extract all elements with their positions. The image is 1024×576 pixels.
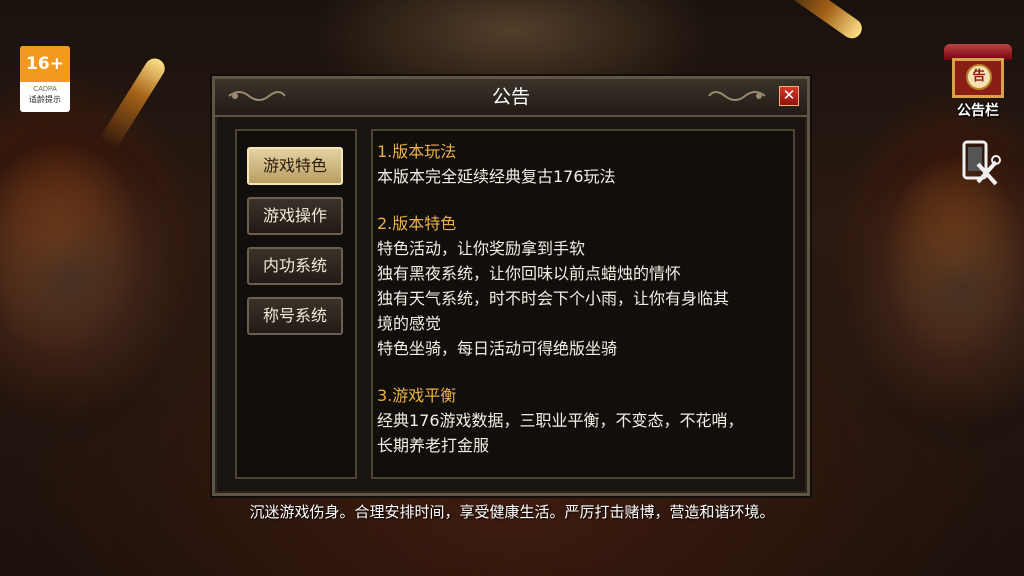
notice-seal-icon: 告	[966, 64, 992, 90]
section-gameplay: 1.版本玩法 本版本完全延续经典复古176玩法	[377, 139, 793, 189]
section-balance: 3.游戏平衡 经典176游戏数据，三职业平衡，不变态，不花哨， 长期养老打金服	[377, 383, 793, 458]
section-line: 本版本完全延续经典复古176玩法	[377, 167, 616, 186]
age-rating-badge: 16+ CADPA 适龄提示	[20, 46, 70, 112]
tab-game-features[interactable]: 游戏特色	[247, 147, 343, 185]
section-line: 特色活动，让你奖励拿到手软	[377, 239, 586, 258]
tab-titles[interactable]: 称号系统	[247, 297, 343, 335]
tab-game-controls[interactable]: 游戏操作	[247, 197, 343, 235]
meteor-left	[98, 54, 169, 151]
meteor-right	[772, 0, 866, 43]
section-line: 特色坐骑，每日活动可得绝版坐骑	[377, 339, 618, 358]
age-rating-value: 16+	[20, 46, 70, 82]
notice-board-label: 公告栏	[957, 103, 999, 119]
dialog-titlebar: 公告 ✕	[215, 79, 807, 117]
announcement-dialog: 公告 ✕ 游戏特色 游戏操作 内功系统 称号系统 1.版本玩法 本版本完全延续经…	[212, 76, 810, 496]
section-line: 境的感觉	[377, 314, 442, 333]
section-line: 独有黑夜系统，让你回味以前点蜡烛的情怀	[377, 264, 682, 283]
section-heading: 3.游戏平衡	[377, 386, 457, 405]
section-heading: 1.版本玩法	[377, 142, 457, 161]
tab-sidebar: 游戏特色 游戏操作 内功系统 称号系统	[235, 129, 357, 479]
section-features: 2.版本特色 特色活动，让你奖励拿到手软 独有黑夜系统，让你回味以前点蜡烛的情怀…	[377, 211, 793, 361]
age-rating-org: CADPA	[33, 86, 57, 93]
phone-settings-button[interactable]	[958, 138, 1002, 190]
health-advisory-text: 沉迷游戏伤身。合理安排时间，享受健康生活。严厉打击赌博，营造和谐环境。	[249, 503, 775, 521]
section-line: 经典176游戏数据，三职业平衡，不变态，不花哨，	[377, 411, 744, 430]
announcement-content: 1.版本玩法 本版本完全延续经典复古176玩法 2.版本特色 特色活动，让你奖励…	[371, 129, 795, 479]
tab-inner-power[interactable]: 内功系统	[247, 247, 343, 285]
age-rating-tip: 适龄提示	[29, 95, 61, 104]
section-line: 独有天气系统，时不时会下个小雨，让你有身临其	[377, 289, 730, 308]
section-line: 长期养老打金服	[377, 436, 490, 455]
left-dragon-decoration	[0, 120, 180, 440]
title-ornament-right-icon	[708, 91, 766, 101]
close-button[interactable]: ✕	[779, 86, 799, 106]
phone-wrench-icon	[962, 140, 1001, 186]
notice-board-button[interactable]: 告 公告栏	[938, 44, 1018, 120]
section-heading: 2.版本特色	[377, 214, 457, 233]
